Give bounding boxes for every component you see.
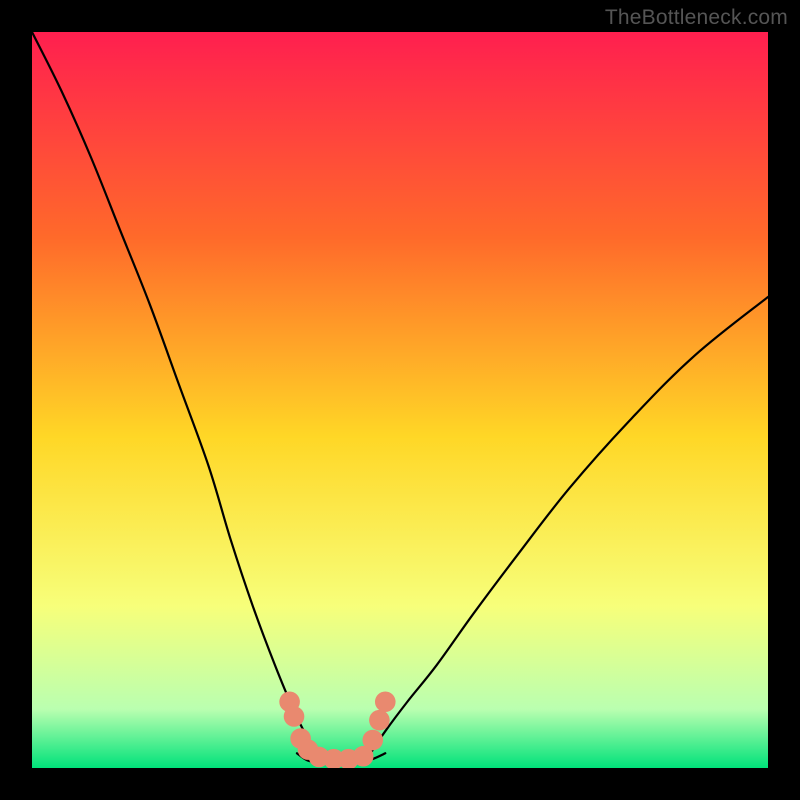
valley-marker <box>375 691 396 712</box>
plot-area <box>32 32 768 768</box>
chart-svg <box>32 32 768 768</box>
gradient-background <box>32 32 768 768</box>
valley-marker <box>362 730 383 751</box>
watermark-text: TheBottleneck.com <box>605 6 788 30</box>
valley-marker <box>369 710 390 731</box>
valley-marker <box>284 706 305 727</box>
figure-root: TheBottleneck.com <box>0 0 800 800</box>
